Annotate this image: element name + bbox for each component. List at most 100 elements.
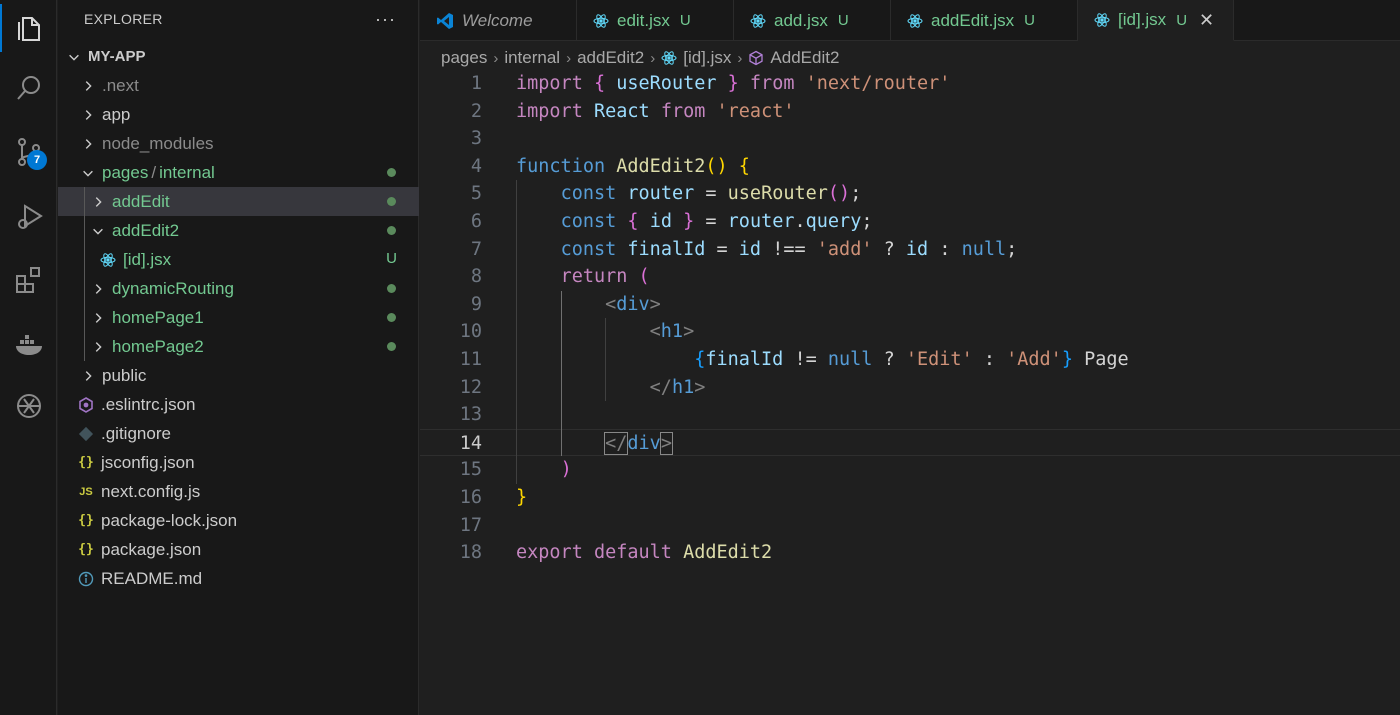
- code-line[interactable]: 13: [420, 401, 1400, 429]
- code-line[interactable]: 11 {finalId != null ? 'Edit' : 'Add'} Pa…: [420, 346, 1400, 374]
- code-line[interactable]: 17: [420, 512, 1400, 540]
- tab-label: Welcome: [462, 10, 533, 30]
- code-line[interactable]: 7 const finalId = id !== 'add' ? id : nu…: [420, 236, 1400, 264]
- line-number: 17: [459, 514, 482, 536]
- chatgpt-activity-button[interactable]: [0, 378, 57, 434]
- chevron-down-icon: [90, 223, 106, 239]
- source-control-activity-button[interactable]: 7: [0, 124, 57, 180]
- code-line[interactable]: 5 const router = useRouter();: [420, 180, 1400, 208]
- extensions-activity-button[interactable]: [0, 252, 57, 308]
- tab-label: edit.jsx: [617, 10, 670, 30]
- react-icon: [1094, 12, 1110, 28]
- more-actions-button[interactable]: ···: [375, 9, 396, 30]
- code-line[interactable]: 4 function AddEdit2() {: [420, 153, 1400, 181]
- react-icon: [661, 50, 677, 66]
- tree-item-gitignore[interactable]: .gitignore: [58, 419, 419, 448]
- run-debug-activity-button[interactable]: [0, 188, 57, 244]
- tree-item-package-json[interactable]: {} package.json: [58, 535, 419, 564]
- explorer-sidebar: EXPLORER ··· MY-APP .next app node_modules…: [58, 0, 419, 715]
- breadcrumb-item[interactable]: [id].jsx: [683, 48, 731, 68]
- modified-dot: [387, 313, 396, 322]
- code-text: const finalId = id !== 'add' ? id : null…: [560, 238, 1018, 260]
- react-icon: [750, 13, 766, 29]
- code-line[interactable]: 14 </div>: [420, 428, 1400, 457]
- breadcrumb-item[interactable]: addEdit2: [577, 48, 644, 68]
- code-line[interactable]: 3: [420, 125, 1400, 153]
- tab-edit-jsx[interactable]: edit.jsx U: [577, 0, 734, 41]
- tree-item-eslintrc-json[interactable]: .eslintrc.json: [58, 390, 419, 419]
- symbol-method-icon: [748, 50, 764, 66]
- tree-item-app[interactable]: app: [58, 100, 419, 129]
- chevron-right-icon: [80, 78, 96, 94]
- code-line[interactable]: 16}: [420, 484, 1400, 512]
- chevron-down-icon: [66, 49, 82, 65]
- tree-item-label: next.config.js: [101, 481, 201, 501]
- tree-item-addedit2[interactable]: addEdit2: [58, 216, 419, 245]
- indent-guide: [605, 318, 607, 402]
- tab-welcome[interactable]: Welcome: [420, 0, 577, 41]
- explorer-activity-button[interactable]: [0, 0, 57, 56]
- explorer-title: EXPLORER: [84, 11, 163, 27]
- chevron-right-icon: ›: [566, 49, 572, 67]
- breadcrumb-item[interactable]: pages: [441, 48, 487, 68]
- tab-id-jsx[interactable]: [id].jsx U ✕: [1078, 0, 1234, 41]
- search-activity-button[interactable]: [0, 60, 57, 116]
- untracked-badge: U: [386, 250, 397, 267]
- code-text: </h1>: [649, 376, 706, 398]
- line-number: 13: [459, 404, 482, 426]
- tree-item-label: public: [102, 365, 147, 385]
- tree-item-package-lock-json[interactable]: {} package-lock.json: [58, 506, 419, 535]
- git-icon: [76, 426, 96, 442]
- tree-item-public[interactable]: public: [58, 361, 419, 390]
- tree-item-dynamicrouting[interactable]: dynamicRouting: [58, 274, 419, 303]
- code-text: </div>: [604, 431, 673, 455]
- project-root[interactable]: MY-APP: [58, 42, 419, 71]
- breadcrumb-item[interactable]: internal: [504, 48, 560, 68]
- tab-addedit-jsx[interactable]: addEdit.jsx U: [891, 0, 1078, 41]
- line-number: 7: [470, 238, 482, 260]
- code-line[interactable]: 10 <h1>: [420, 318, 1400, 346]
- tree-item-pages[interactable]: pages / internal: [58, 158, 419, 187]
- code-editor[interactable]: 1 import { useRouter } from 'next/router'…: [420, 70, 1400, 715]
- tree-item-readme-md[interactable]: README.md: [58, 564, 419, 593]
- line-number: 16: [459, 487, 482, 508]
- search-icon: [16, 76, 40, 100]
- tree-item-id-jsx[interactable]: [id].jsx U: [58, 245, 419, 274]
- tree-item-homepage2[interactable]: homePage2: [58, 332, 419, 361]
- close-tab-icon[interactable]: ✕: [1199, 10, 1214, 31]
- json-icon: {}: [78, 542, 94, 557]
- tree-item-homepage1[interactable]: homePage1: [58, 303, 419, 332]
- code-line[interactable]: 12 </h1>: [420, 374, 1400, 402]
- code-line[interactable]: 2 import React from 'react': [420, 98, 1400, 126]
- code-line[interactable]: 8 return (: [420, 263, 1400, 291]
- files-icon: [17, 17, 40, 41]
- code-line[interactable]: 1 import { useRouter } from 'next/router': [420, 70, 1400, 98]
- code-text: {finalId != null ? 'Edit' : 'Add'} Page: [694, 349, 1129, 370]
- modified-dot: [387, 284, 396, 293]
- line-number: 14: [459, 432, 482, 454]
- line-number: 4: [470, 155, 482, 177]
- tree-item-next[interactable]: .next: [58, 71, 419, 100]
- vscode-icon: [436, 12, 454, 30]
- tree-item-next-config-js[interactable]: JS next.config.js: [58, 477, 419, 506]
- run-debug-icon: [17, 204, 43, 229]
- json-icon: {}: [78, 513, 94, 528]
- chevron-right-icon: [80, 368, 96, 384]
- code-line[interactable]: 18 export default AddEdit2: [420, 539, 1400, 567]
- chevron-right-icon: [80, 107, 96, 123]
- tab-add-jsx[interactable]: add.jsx U: [734, 0, 891, 41]
- indent-guide: [84, 187, 85, 216]
- code-line[interactable]: 15 ): [420, 456, 1400, 484]
- breadcrumb-item[interactable]: AddEdit2: [770, 48, 839, 68]
- untracked-badge: U: [1024, 12, 1036, 29]
- line-number: 3: [470, 128, 482, 150]
- react-icon: [907, 13, 923, 29]
- tree-item-node-modules[interactable]: node_modules: [58, 129, 419, 158]
- chevron-right-icon: ›: [493, 49, 499, 67]
- code-line[interactable]: 9 <div>: [420, 291, 1400, 319]
- code-line[interactable]: 6 const { id } = router.query;: [420, 208, 1400, 236]
- breadcrumb: pages › internal › addEdit2 › [id].jsx › AddEdit…: [441, 46, 839, 70]
- tree-item-jsconfig-json[interactable]: {} jsconfig.json: [58, 448, 419, 477]
- docker-activity-button[interactable]: [0, 316, 57, 372]
- tree-item-addedit[interactable]: addEdit: [58, 187, 419, 216]
